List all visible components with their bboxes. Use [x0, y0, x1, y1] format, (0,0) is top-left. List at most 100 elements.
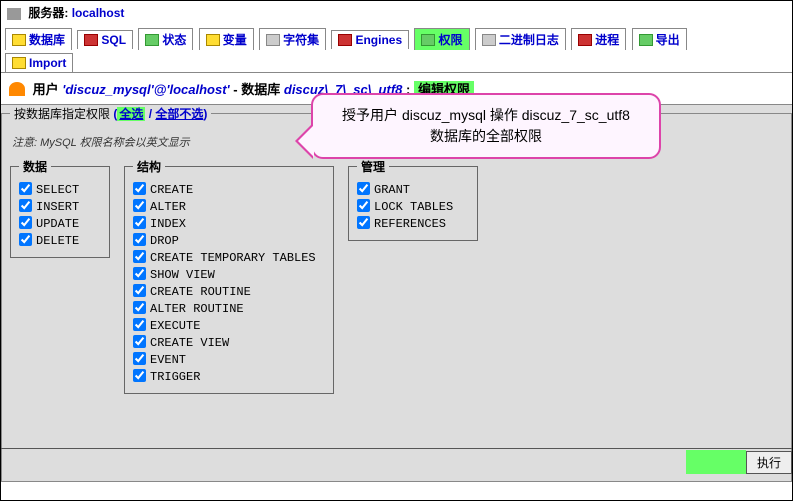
engines-icon [338, 34, 352, 46]
charset-icon [266, 34, 280, 46]
priv-row: GRANT [357, 181, 469, 198]
tab-label: 权限 [438, 33, 462, 47]
user-icon [9, 82, 25, 96]
priv-checkbox-create[interactable] [133, 182, 146, 195]
priv-checkbox-event[interactable] [133, 352, 146, 365]
tab-label: 数据库 [29, 33, 65, 47]
exec-bar: 执行 [1, 448, 792, 482]
status-icon [145, 34, 159, 46]
callout-t1d: discuz_7_sc_utf8 [522, 107, 630, 123]
slash: / [145, 107, 155, 121]
priv-row: CREATE TEMPORARY TABLES [133, 249, 325, 266]
priv-label: DROP [150, 234, 179, 248]
tab-label: Engines [355, 33, 402, 47]
tab-import[interactable]: Import [5, 53, 73, 72]
priv-row: SELECT [19, 181, 101, 198]
export-icon [639, 34, 653, 46]
process-icon [578, 34, 592, 46]
content-area: 按数据库指定权限 (全选 / 全部不选) 注意: MySQL 权限名称会以英文显… [1, 104, 792, 482]
priv-row: DROP [133, 232, 325, 249]
priv-row: TRIGGER [133, 368, 325, 385]
priv-label: EVENT [150, 353, 186, 367]
tab-binlog[interactable]: 二进制日志 [475, 28, 566, 50]
priv-label: TRIGGER [150, 370, 200, 384]
priv-label: EXECUTE [150, 319, 200, 333]
tab-engines[interactable]: Engines [331, 30, 409, 49]
tab-priv[interactable]: 权限 [414, 28, 469, 50]
tab-label: 进程 [595, 33, 619, 47]
server-line: 服务器: localhost [1, 1, 792, 24]
server-host: localhost [72, 6, 125, 20]
db-label: 数据库 [241, 82, 280, 97]
priv-row: CREATE [133, 181, 325, 198]
priv-label: INSERT [36, 200, 79, 214]
tab-db[interactable]: 数据库 [5, 28, 72, 50]
priv-row: INDEX [133, 215, 325, 232]
callout-t1a: 授予用户 [342, 107, 402, 123]
priv-checkbox-references[interactable] [357, 216, 370, 229]
callout-t1c: 操作 [486, 107, 522, 123]
priv-row: ALTER [133, 198, 325, 215]
priv-row: DELETE [19, 232, 101, 249]
priv-label: REFERENCES [374, 217, 446, 231]
priv-checkbox-insert[interactable] [19, 199, 32, 212]
priv-label: INDEX [150, 217, 186, 231]
group-admin: 管理 GRANT LOCK TABLES REFERENCES [348, 158, 478, 241]
priv-icon [421, 34, 435, 46]
priv-checkbox-create-routine[interactable] [133, 284, 146, 297]
priv-checkbox-update[interactable] [19, 216, 32, 229]
priv-label: CREATE [150, 183, 193, 197]
tab-charset[interactable]: 字符集 [259, 28, 326, 50]
tab-label: Import [29, 56, 66, 70]
group-admin-legend: 管理 [357, 158, 389, 175]
priv-checkbox-delete[interactable] [19, 233, 32, 246]
priv-label: CREATE VIEW [150, 336, 229, 350]
tab-process[interactable]: 进程 [571, 28, 626, 50]
priv-checkbox-trigger[interactable] [133, 369, 146, 382]
priv-checkbox-execute[interactable] [133, 318, 146, 331]
exec-button[interactable]: 执行 [746, 451, 792, 474]
priv-checkbox-grant[interactable] [357, 182, 370, 195]
callout-t2: 数据库的全部权限 [430, 128, 542, 144]
priv-checkbox-lock-tables[interactable] [357, 199, 370, 212]
var-icon [206, 34, 220, 46]
priv-checkbox-alter-routine[interactable] [133, 301, 146, 314]
priv-row: REFERENCES [357, 215, 469, 232]
priv-checkbox-alter[interactable] [133, 199, 146, 212]
priv-label: GRANT [374, 183, 410, 197]
server-label: 服务器: [28, 6, 68, 20]
priv-checkbox-select[interactable] [19, 182, 32, 195]
user-label: 用户 [33, 82, 59, 97]
priv-label: LOCK TABLES [374, 200, 453, 214]
priv-label: CREATE TEMPORARY TABLES [150, 251, 316, 265]
priv-checkbox-create-view[interactable] [133, 335, 146, 348]
priv-checkbox-show-view[interactable] [133, 267, 146, 280]
main-legend: 按数据库指定权限 (全选 / 全部不选) [10, 105, 211, 122]
title-sep: - [233, 82, 237, 97]
server-icon [7, 8, 21, 20]
priv-row: ALTER ROUTINE [133, 300, 325, 317]
select-all-link[interactable]: 全选 [117, 107, 145, 121]
priv-label: SELECT [36, 183, 79, 197]
tab-status[interactable]: 状态 [138, 28, 193, 50]
tab-var[interactable]: 变量 [199, 28, 254, 50]
tab-export[interactable]: 导出 [632, 28, 687, 50]
priv-row: EVENT [133, 351, 325, 368]
priv-label: DELETE [36, 234, 79, 248]
priv-label: UPDATE [36, 217, 79, 231]
user-value[interactable]: 'discuz_mysql'@'localhost' [62, 82, 229, 97]
import-icon [12, 57, 26, 69]
tab-label: 变量 [223, 33, 247, 47]
select-none-link[interactable]: 全部不选 [155, 107, 203, 121]
callout-t1b: discuz_mysql [402, 107, 486, 123]
group-data: 数据 SELECTINSERTUPDATEDELETE [10, 158, 110, 258]
main-fieldset: 按数据库指定权限 (全选 / 全部不选) 注意: MySQL 权限名称会以英文显… [1, 105, 792, 482]
tab-sql[interactable]: SQL [77, 30, 133, 49]
priv-checkbox-index[interactable] [133, 216, 146, 229]
tab-label: 二进制日志 [499, 33, 559, 47]
priv-label: ALTER [150, 200, 186, 214]
group-struct-legend: 结构 [133, 158, 165, 175]
priv-checkbox-create-temporary-tables[interactable] [133, 250, 146, 263]
exec-highlight [686, 450, 746, 474]
priv-checkbox-drop[interactable] [133, 233, 146, 246]
